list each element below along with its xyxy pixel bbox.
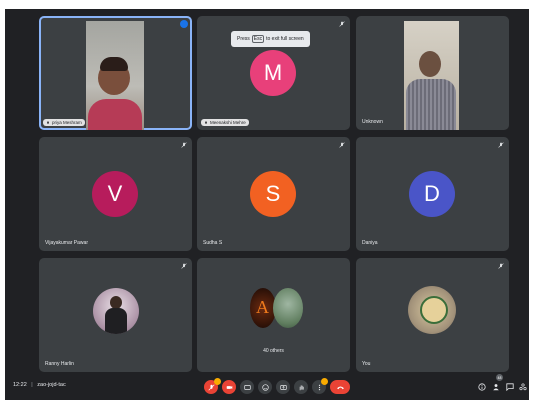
avatar — [408, 286, 456, 334]
more-vert-icon — [318, 384, 320, 390]
hand-icon — [299, 384, 304, 390]
people-icon — [493, 384, 499, 391]
captions-icon — [243, 384, 251, 390]
more-options-badge — [321, 378, 328, 385]
clock-time: 12:22 — [13, 382, 27, 388]
participant-name: Unknown — [362, 119, 383, 125]
participants-count-badge: 48 — [496, 374, 503, 381]
participant-name: You — [362, 361, 371, 367]
mic-off-icon — [339, 142, 345, 148]
avatar: D — [409, 171, 455, 217]
chat-icon — [506, 383, 514, 391]
activities-button[interactable] — [518, 382, 528, 392]
mic-off-icon — [498, 263, 504, 269]
avatar — [93, 288, 139, 334]
leave-call-button[interactable] — [330, 380, 350, 394]
people-button[interactable] — [491, 382, 501, 392]
participant-name: Vijayakumar Pawar — [45, 240, 88, 246]
mic-off-icon — [207, 383, 215, 391]
participant-name: Daniya — [362, 240, 378, 246]
participant-name: priya Meshram — [43, 119, 85, 126]
avatar: V — [92, 171, 138, 217]
more-participants-icon — [180, 20, 188, 28]
participant-tile-sudha[interactable]: S Sudha S — [197, 137, 350, 251]
emoji-icon — [261, 383, 269, 391]
others-count: 40 others — [263, 348, 284, 354]
meet-window: priya Meshram M Meenakshi Mehre Press Esc… — [5, 9, 529, 400]
raise-hand-button[interactable] — [294, 380, 308, 394]
participant-tile-you[interactable]: You — [356, 258, 509, 372]
avatar: S — [250, 171, 296, 217]
group-avatar-2 — [273, 288, 303, 328]
bottom-bar: 12:22 | zao-jojd-tac 48 — [5, 374, 529, 400]
camera-toggle-button[interactable] — [222, 380, 236, 394]
meeting-info: 12:22 | zao-jojd-tac — [13, 382, 66, 388]
avatar: M — [250, 50, 296, 96]
participant-tile-vijayakumar[interactable]: V Vijayakumar Pawar — [39, 137, 192, 251]
mic-off-icon — [339, 21, 345, 27]
participant-tile-unknown[interactable]: Unknown — [356, 16, 509, 130]
camera-off-icon — [226, 385, 232, 389]
participant-name: Meenakshi Mehre — [201, 119, 249, 126]
participant-tile-others[interactable]: A 40 others — [197, 258, 350, 372]
present-icon — [279, 384, 287, 390]
mic-off-icon — [181, 263, 187, 269]
mic-icon — [205, 120, 207, 124]
activities-icon — [519, 383, 527, 391]
meeting-code: zao-jojd-tac — [37, 382, 66, 388]
chat-button[interactable] — [505, 382, 515, 392]
participant-video — [404, 21, 459, 130]
participant-tile-daniya[interactable]: D Daniya — [356, 137, 509, 251]
mic-off-icon — [181, 142, 187, 148]
end-call-icon — [336, 385, 344, 389]
present-button[interactable] — [276, 380, 290, 394]
emoji-button[interactable] — [258, 380, 272, 394]
participant-video — [86, 21, 144, 130]
participant-name: Sudha S — [203, 240, 223, 246]
participant-tile-ranny[interactable]: Ranny Harlin — [39, 258, 192, 372]
fullscreen-toast: Press Esc to exit full screen — [231, 31, 310, 47]
participant-tile-priya[interactable]: priya Meshram — [39, 16, 192, 130]
info-icon — [478, 383, 486, 391]
participant-name: Ranny Harlin — [45, 361, 74, 367]
mic-level-badge — [214, 378, 221, 385]
meeting-details-button[interactable] — [477, 382, 487, 392]
captions-button[interactable] — [240, 380, 254, 394]
mic-off-icon — [498, 142, 504, 148]
mic-icon — [47, 120, 49, 124]
